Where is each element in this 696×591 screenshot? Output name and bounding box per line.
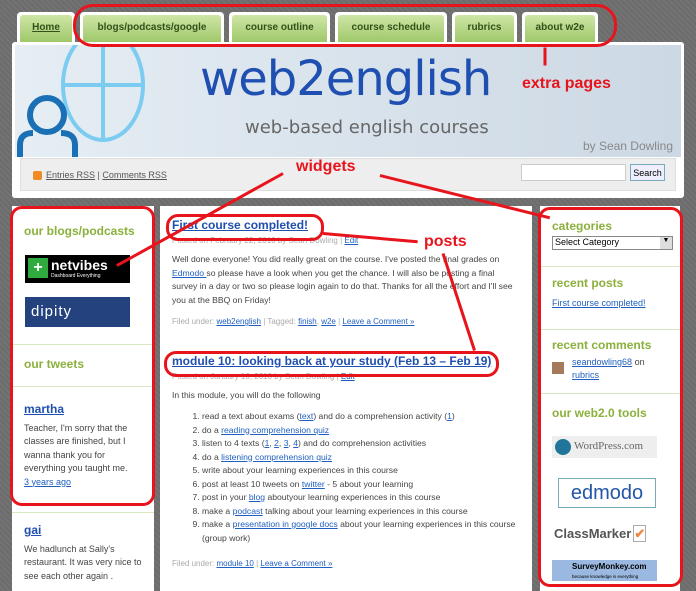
task-text: listen to 4 texts ( [202, 438, 265, 448]
annotation-outline [164, 351, 499, 377]
annotation-line [543, 47, 547, 66]
search-button[interactable]: Search [630, 164, 665, 181]
annotation-outline [538, 207, 683, 587]
category-link[interactable]: module 10 [216, 559, 253, 568]
task-link[interactable]: podcast [233, 506, 263, 516]
task-text: read a text about exams ( [202, 411, 300, 421]
task-item: listen to 4 texts (1, 2, 3, 4) and do co… [202, 437, 528, 451]
task-item: write about your learning experiences in… [202, 464, 528, 478]
task-text: make a [202, 519, 233, 529]
task-link[interactable]: reading comprehension quiz [221, 425, 329, 435]
task-item: make a podcast talking about your learni… [202, 505, 528, 519]
task-text: ) and do comprehension activities [298, 438, 427, 448]
task-item: do a reading comprehension quiz [202, 424, 528, 438]
entries-rss-link[interactable]: Entries RSS [46, 170, 95, 180]
post-body: Well done everyone! You did really great… [172, 254, 513, 305]
task-item: read a text about exams (text) and do a … [202, 410, 528, 424]
task-text: talking about your learning experiences … [262, 505, 468, 516]
tag-link[interactable]: w2e [321, 317, 336, 326]
task-text: ) [451, 411, 455, 421]
task-link[interactable]: presentation in google docs [233, 519, 338, 529]
site-tagline: web-based english courses [245, 117, 489, 138]
task-item: do a listening comprehension quiz [202, 451, 528, 465]
annotation-posts: posts [424, 233, 467, 250]
task-text: do a [202, 451, 222, 462]
leave-comment-link[interactable]: Leave a Comment » [342, 317, 414, 326]
annotation-extra-pages: extra pages [522, 75, 611, 92]
edmodo-link[interactable]: Edmodo [172, 268, 206, 278]
search-input[interactable] [521, 164, 626, 181]
annotation-outline [166, 214, 324, 241]
task-item: post in your blog aboutyour learning exp… [202, 491, 528, 505]
task-text: make a [202, 505, 233, 516]
task-text: post at least 10 tweets on [202, 478, 302, 489]
task-text: - 5 about your learning [324, 478, 414, 489]
main-content: First course completed! Posted on Februa… [160, 206, 532, 591]
rss-icon [33, 171, 42, 180]
task-text: write about your learning experiences in… [202, 465, 398, 475]
leave-comment-link[interactable]: Leave a Comment » [260, 559, 332, 568]
post: module 10: looking back at your study (F… [172, 354, 528, 568]
comments-rss-link[interactable]: Comments RSS [102, 170, 167, 180]
module-task-list: read a text about exams (text) and do a … [202, 410, 528, 545]
separator: | [97, 170, 100, 180]
task-item: post at least 10 tweets on twitter - 5 a… [202, 478, 528, 492]
tweet-text: We hadlunch at Sally's restaurant. It wa… [24, 543, 142, 581]
task-text: ) and do a comprehension activity ( [313, 411, 448, 421]
annotation-widgets: widgets [296, 158, 356, 175]
task-link[interactable]: listening comprehension quiz [221, 452, 332, 462]
task-text: post in your [202, 492, 249, 502]
task-text: do a [202, 424, 222, 435]
tweet-user[interactable]: gai [24, 523, 142, 538]
annotation-outline [10, 206, 155, 506]
task-item: make a presentation in google docs about… [202, 518, 528, 545]
task-link[interactable]: twitter [302, 479, 325, 489]
category-link[interactable]: web2english [216, 317, 260, 326]
task-text: aboutyour learning experiences in this c… [265, 492, 441, 502]
task-link[interactable]: text [299, 411, 313, 421]
post-intro: In this module, you will do the followin… [172, 390, 321, 400]
site-title[interactable]: web2english [200, 51, 492, 107]
globe-person-logo-icon [17, 45, 145, 157]
tag-link[interactable]: finish [298, 317, 317, 326]
task-link[interactable]: blog [249, 492, 265, 502]
annotation-outline [73, 4, 617, 47]
tweet: gai We hadlunch at Sally's restaurant. I… [24, 523, 142, 583]
byline: by Sean Dowling [582, 139, 673, 153]
banner: web2english web-based english courses by… [15, 45, 681, 157]
tab-home[interactable]: Home [17, 12, 75, 42]
